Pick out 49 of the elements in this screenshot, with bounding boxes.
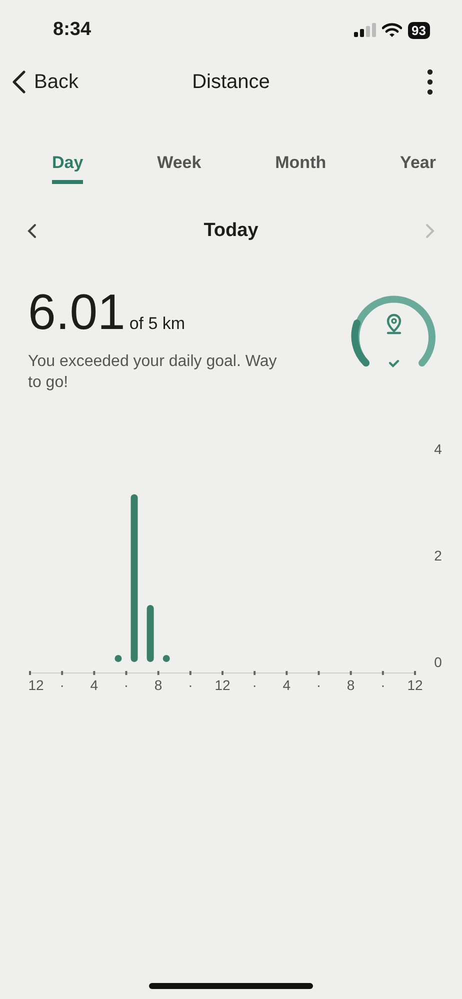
distance-bar [146,605,154,662]
axis-label: 8 [346,677,355,693]
signal-icon [354,23,376,37]
axis-label: 12 [214,677,230,693]
period-tab[interactable]: Year [400,153,436,184]
page-title: Distance [191,70,271,94]
period-label: Today [204,220,258,242]
period-tab[interactable]: Month [275,153,326,184]
tick-mark [157,671,160,675]
distance-value: 6.01 [28,287,126,337]
axis-label: 0 [434,654,442,670]
axis-label: · [380,677,386,693]
axis-label: 12 [407,677,423,693]
axis-label: · [124,677,129,693]
tick-mark [125,671,128,675]
chevron-left-icon [12,70,26,94]
distance-bar [162,655,170,662]
tick-mark [318,671,320,675]
chevron-left-icon[interactable] [27,223,37,239]
more-icon[interactable] [426,69,434,95]
tick-mark [286,671,288,675]
axis-label: · [252,677,257,693]
battery-indicator: 93 [408,22,430,38]
axis-label: · [316,677,322,693]
tick-mark [222,671,224,675]
tick-mark [189,671,192,675]
period-tab[interactable]: Week [157,153,202,184]
distance-bar [114,655,122,662]
axis-label: 2 [434,548,442,564]
axis-label: 4 [282,677,291,693]
wifi-icon [382,22,402,38]
tick-mark [350,671,352,675]
tick-mark [382,671,384,675]
period-tab[interactable]: Day [52,153,84,184]
status-time: 8:34 [53,19,92,41]
tick-mark [254,671,256,675]
axis-label: 8 [154,677,162,693]
tick-mark [414,671,416,675]
goal-label: of 5 km [129,314,186,334]
axis-label: · [188,677,193,693]
back-button[interactable]: Back [12,70,78,94]
axis-label: 4 [90,677,98,693]
tick-mark [93,671,96,675]
axis-label: 12 [28,677,44,693]
tick-mark [29,671,31,675]
goal-message: You exceeded your daily goal. Way to go! [28,352,278,393]
tick-mark [61,671,64,675]
axis-label: · [60,677,64,693]
axis-label: 4 [434,441,442,457]
